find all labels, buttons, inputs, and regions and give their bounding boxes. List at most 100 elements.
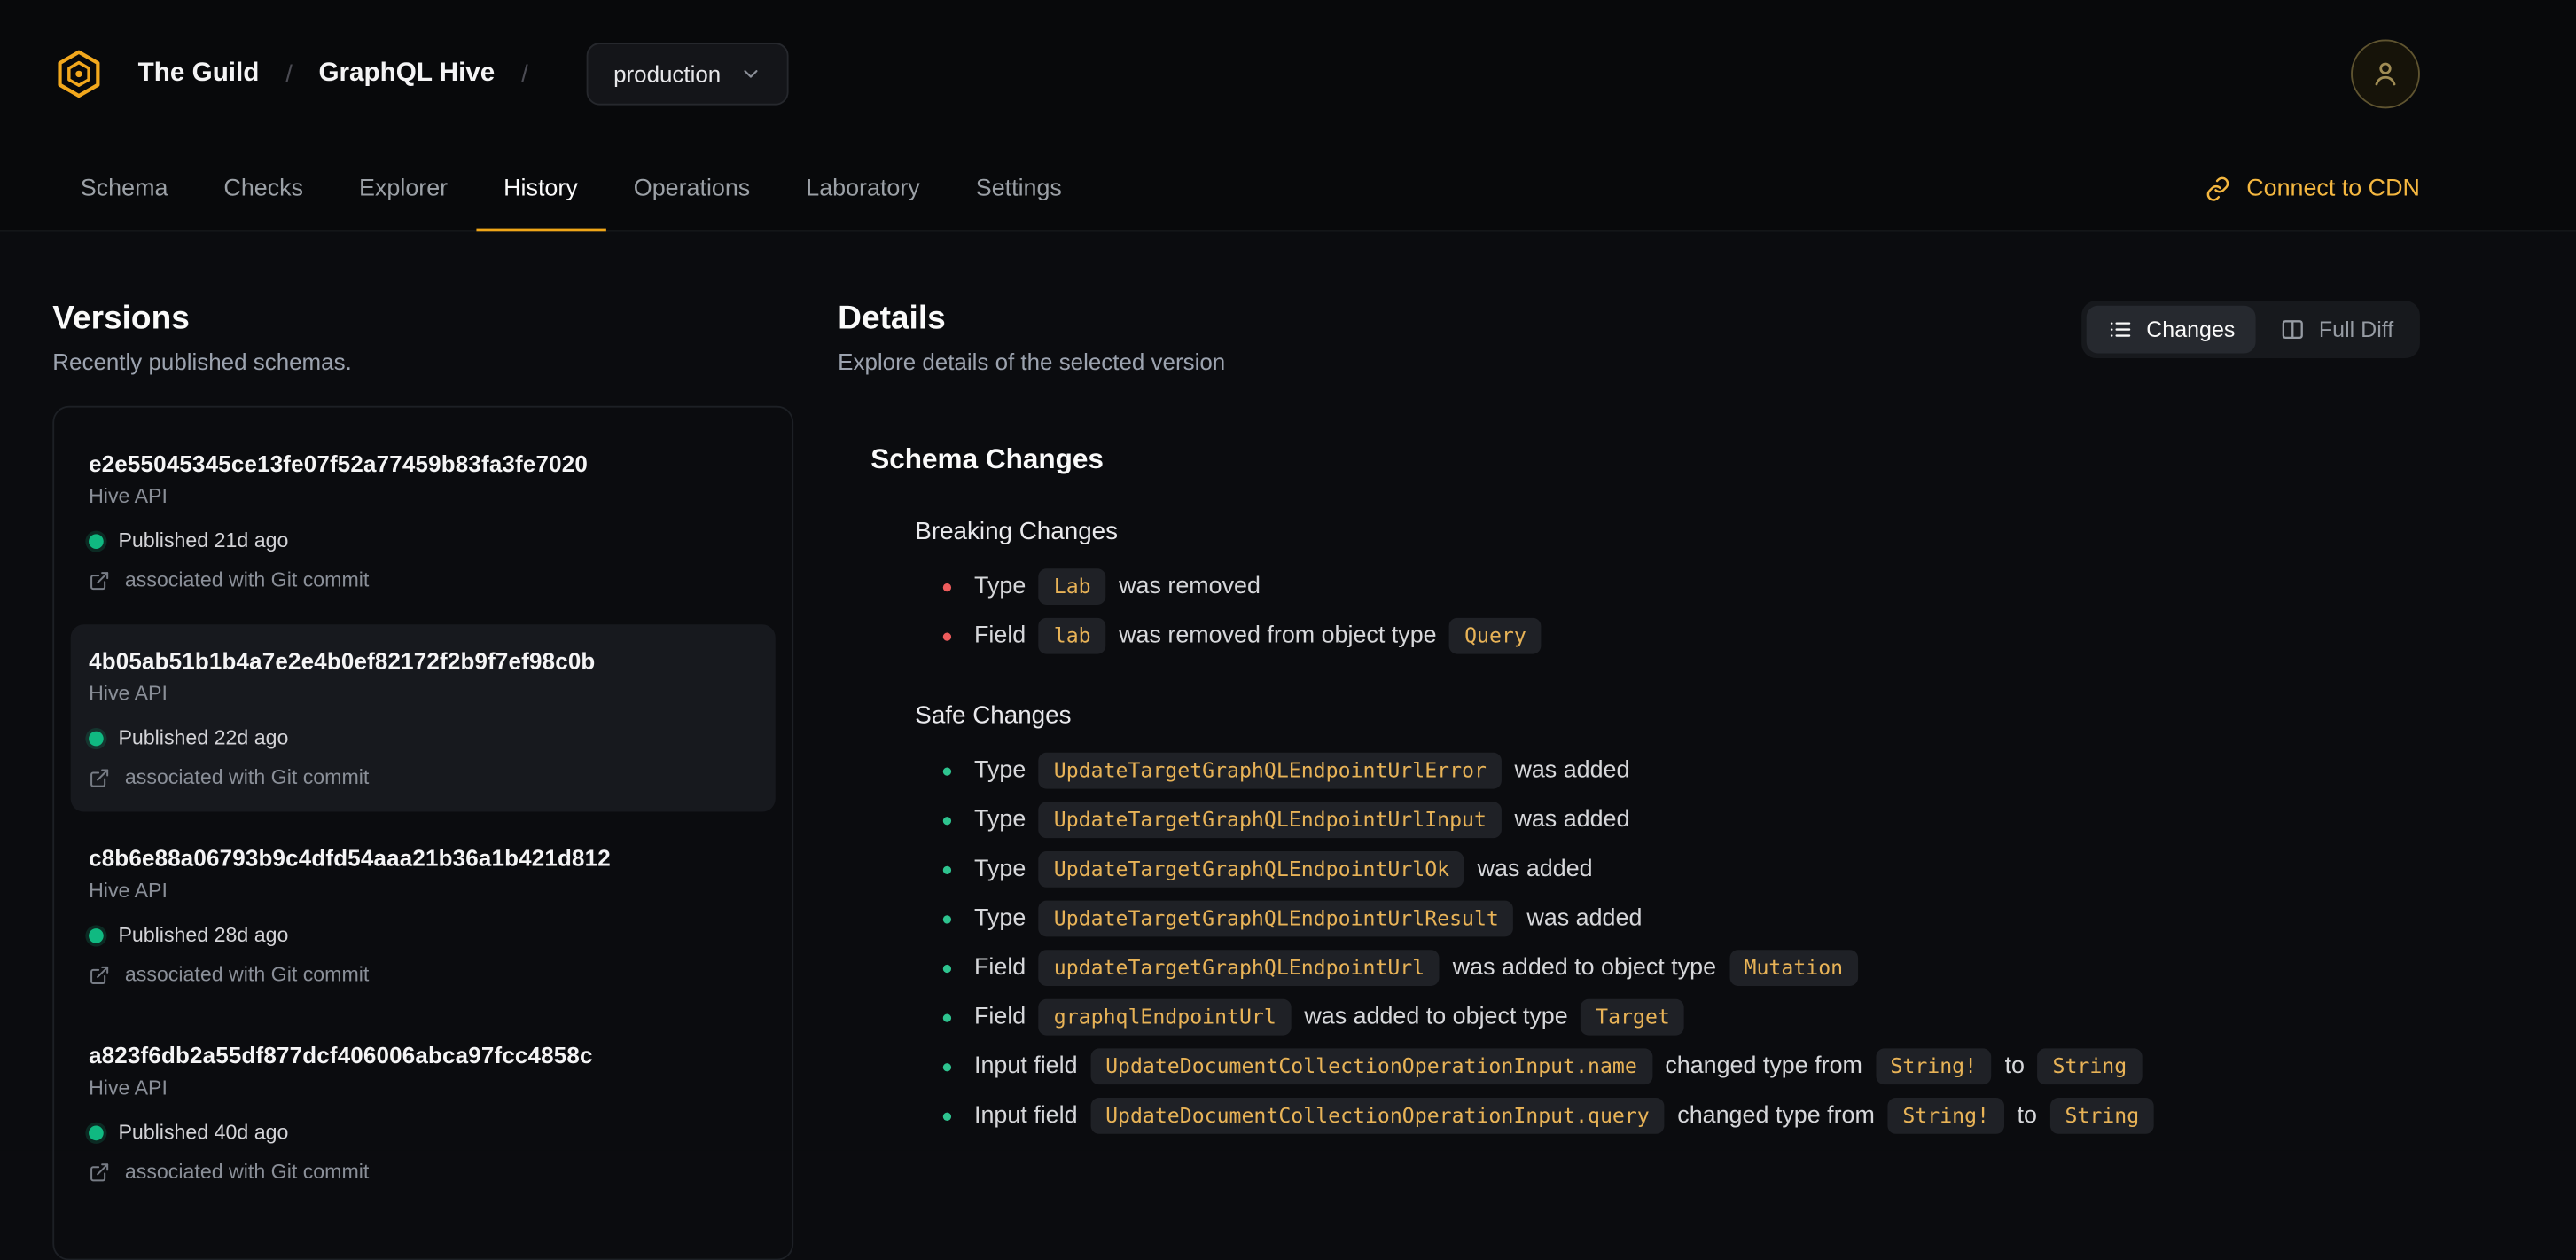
version-item[interactable]: e2e55045345ce13fe07f52a77459b83fa3fe7020… — [71, 427, 776, 614]
published-status-dot-icon — [89, 533, 104, 549]
tab-history[interactable]: History — [475, 148, 606, 232]
app-header: The Guild / GraphQL Hive / production Sc… — [0, 0, 2576, 232]
schema-changes-title: Schema Changes — [870, 443, 1104, 475]
tab-settings[interactable]: Settings — [948, 148, 1089, 231]
code-badge: UpdateTargetGraphQLEndpointUrlError — [1039, 752, 1502, 789]
change-item: Type UpdateTargetGraphQLEndpointUrlError w… — [942, 746, 2420, 795]
published-status-dot-icon — [89, 1124, 104, 1140]
change-item: Type UpdateTargetGraphQLEndpointUrlOk was … — [942, 845, 2420, 895]
change-item: Type Lab was removed — [942, 562, 2420, 612]
details-title: Details — [838, 301, 946, 337]
change-item: Field updateTargetGraphQLEndpointUrl was a… — [942, 943, 2420, 993]
change-text: was added — [1526, 905, 1643, 932]
view-toggle-group: Changes Full Diff — [2081, 301, 2420, 359]
list-icon — [2109, 317, 2134, 342]
full-diff-view-button[interactable]: Full Diff — [2260, 306, 2415, 354]
change-item: Field graphqlEndpointUrl was added to obje… — [942, 992, 2420, 1042]
code-badge: Target — [1581, 998, 1685, 1036]
version-hash: e2e55045345ce13fe07f52a77459b83fa3fe7020 — [89, 450, 588, 477]
code-badge: Lab — [1039, 568, 1106, 606]
tab-operations[interactable]: Operations — [605, 148, 777, 231]
version-git-label: associated with Git commit — [124, 1160, 370, 1184]
target-selector-dropdown[interactable]: production — [587, 43, 789, 106]
user-avatar-icon — [2369, 58, 2401, 90]
details-heading-block: Details Explore details of the selected … — [838, 301, 1225, 376]
change-item: Field lab was removed from object type Quer… — [942, 611, 2420, 661]
header-top-row: The Guild / GraphQL Hive / production — [0, 0, 2576, 148]
versions-title: Versions — [52, 301, 190, 337]
change-text: Type — [974, 856, 1026, 883]
connect-to-cdn-button[interactable]: Connect to CDN — [2205, 176, 2420, 202]
change-list: Type UpdateTargetGraphQLEndpointUrlError w… — [915, 746, 2420, 1140]
code-badge: UpdateTargetGraphQLEndpointUrlInput — [1039, 802, 1502, 839]
breadcrumb-org[interactable]: The Guild — [138, 59, 260, 89]
main-content: Versions Recently published schemas. e2e… — [0, 231, 2576, 1260]
tab-explorer[interactable]: Explorer — [332, 148, 476, 231]
breaking-bullet-icon — [942, 631, 952, 640]
user-avatar-button[interactable] — [2351, 39, 2420, 109]
change-group-title: Breaking Changes — [915, 517, 1119, 546]
version-item[interactable]: 4b05ab51b1b4a7e2e4b0ef82172f2b9f7ef98c0b… — [70, 624, 776, 812]
hive-logo-icon[interactable] — [52, 48, 105, 100]
breadcrumb-project[interactable]: GraphQL Hive — [318, 59, 495, 89]
code-badge: String — [2049, 1098, 2154, 1134]
version-published-label: Published 22d ago — [118, 726, 289, 750]
change-text: was added to object type — [1304, 1004, 1568, 1031]
diff-columns-icon — [2281, 317, 2306, 342]
code-badge: String! — [1887, 1098, 2004, 1134]
version-published-row: Published 21d ago — [89, 528, 757, 554]
breadcrumb-separator: / — [520, 59, 528, 89]
code-badge: UpdateTargetGraphQLEndpointUrlOk — [1039, 851, 1464, 888]
details-panel: Details Explore details of the selected … — [838, 301, 2420, 1140]
breaking-bullet-icon — [942, 582, 952, 591]
app-window: The Guild / GraphQL Hive / production Sc… — [0, 0, 2576, 1260]
change-text: to — [2017, 1102, 2037, 1130]
version-git-label: associated with Git commit — [124, 963, 370, 986]
code-badge: UpdateDocumentCollectionOperationInput.q… — [1090, 1098, 1665, 1134]
main-nav-tabs: Schema Checks Explorer History Operation… — [0, 148, 2576, 232]
version-hash: 4b05ab51b1b4a7e2e4b0ef82172f2b9f7ef98c0b — [89, 647, 596, 674]
details-subtitle: Explore details of the selected version — [838, 348, 1226, 375]
change-text: was removed from object type — [1119, 622, 1437, 650]
version-git-row[interactable]: associated with Git commit — [89, 1159, 757, 1186]
schema-change-groups: Breaking Changes Type Lab was removed Field… — [870, 516, 2420, 1140]
change-text: Input field — [974, 1053, 1078, 1080]
change-group-title: Safe Changes — [915, 701, 1072, 730]
version-git-row[interactable]: associated with Git commit — [89, 961, 757, 988]
code-badge: String — [2037, 1048, 2142, 1085]
breadcrumb-separator: / — [285, 59, 293, 89]
tab-schema[interactable]: Schema — [52, 148, 196, 231]
details-header: Details Explore details of the selected … — [838, 301, 2420, 376]
change-text: Input field — [974, 1102, 1078, 1130]
code-badge: graphqlEndpointUrl — [1039, 998, 1292, 1036]
change-text: changed type from — [1677, 1102, 1875, 1130]
external-link-icon — [89, 767, 110, 788]
tab-laboratory[interactable]: Laboratory — [778, 148, 948, 231]
versions-list: e2e55045345ce13fe07f52a77459b83fa3fe7020… — [52, 405, 794, 1260]
version-published-row: Published 28d ago — [89, 922, 757, 949]
code-badge: UpdateTargetGraphQLEndpointUrlResult — [1039, 900, 1514, 937]
code-badge: Query — [1449, 617, 1542, 654]
change-item: Type UpdateTargetGraphQLEndpointUrlInput w… — [942, 795, 2420, 845]
tab-checks[interactable]: Checks — [196, 148, 332, 231]
version-git-row[interactable]: associated with Git commit — [89, 764, 757, 791]
changes-view-button[interactable]: Changes — [2087, 305, 2257, 354]
link-icon — [2205, 176, 2232, 202]
schema-changes-section: Schema Changes Breaking Changes Type Lab w… — [838, 442, 2420, 1141]
safe-bullet-icon — [942, 1062, 952, 1071]
change-text: Field — [974, 622, 1026, 650]
published-status-dot-icon — [89, 927, 104, 943]
version-service: Hive API — [89, 484, 168, 508]
version-item[interactable]: c8b6e88a06793b9c4dfd54aaa21b36a1b421d812… — [71, 822, 776, 1009]
safe-bullet-icon — [942, 865, 952, 874]
version-git-row[interactable]: associated with Git commit — [89, 567, 757, 593]
version-service: Hive API — [89, 682, 168, 706]
change-group: Safe Changes Type UpdateTargetGraphQLEndp… — [870, 700, 2420, 1141]
change-text: Field — [974, 954, 1026, 982]
change-text: was added — [1514, 757, 1630, 785]
version-item[interactable]: a823f6db2a55df877dcf406006abca97fcc4858c… — [71, 1019, 776, 1206]
safe-bullet-icon — [942, 766, 952, 775]
safe-bullet-icon — [942, 1013, 952, 1021]
version-published-label: Published 28d ago — [118, 923, 289, 947]
external-link-icon — [89, 569, 110, 591]
